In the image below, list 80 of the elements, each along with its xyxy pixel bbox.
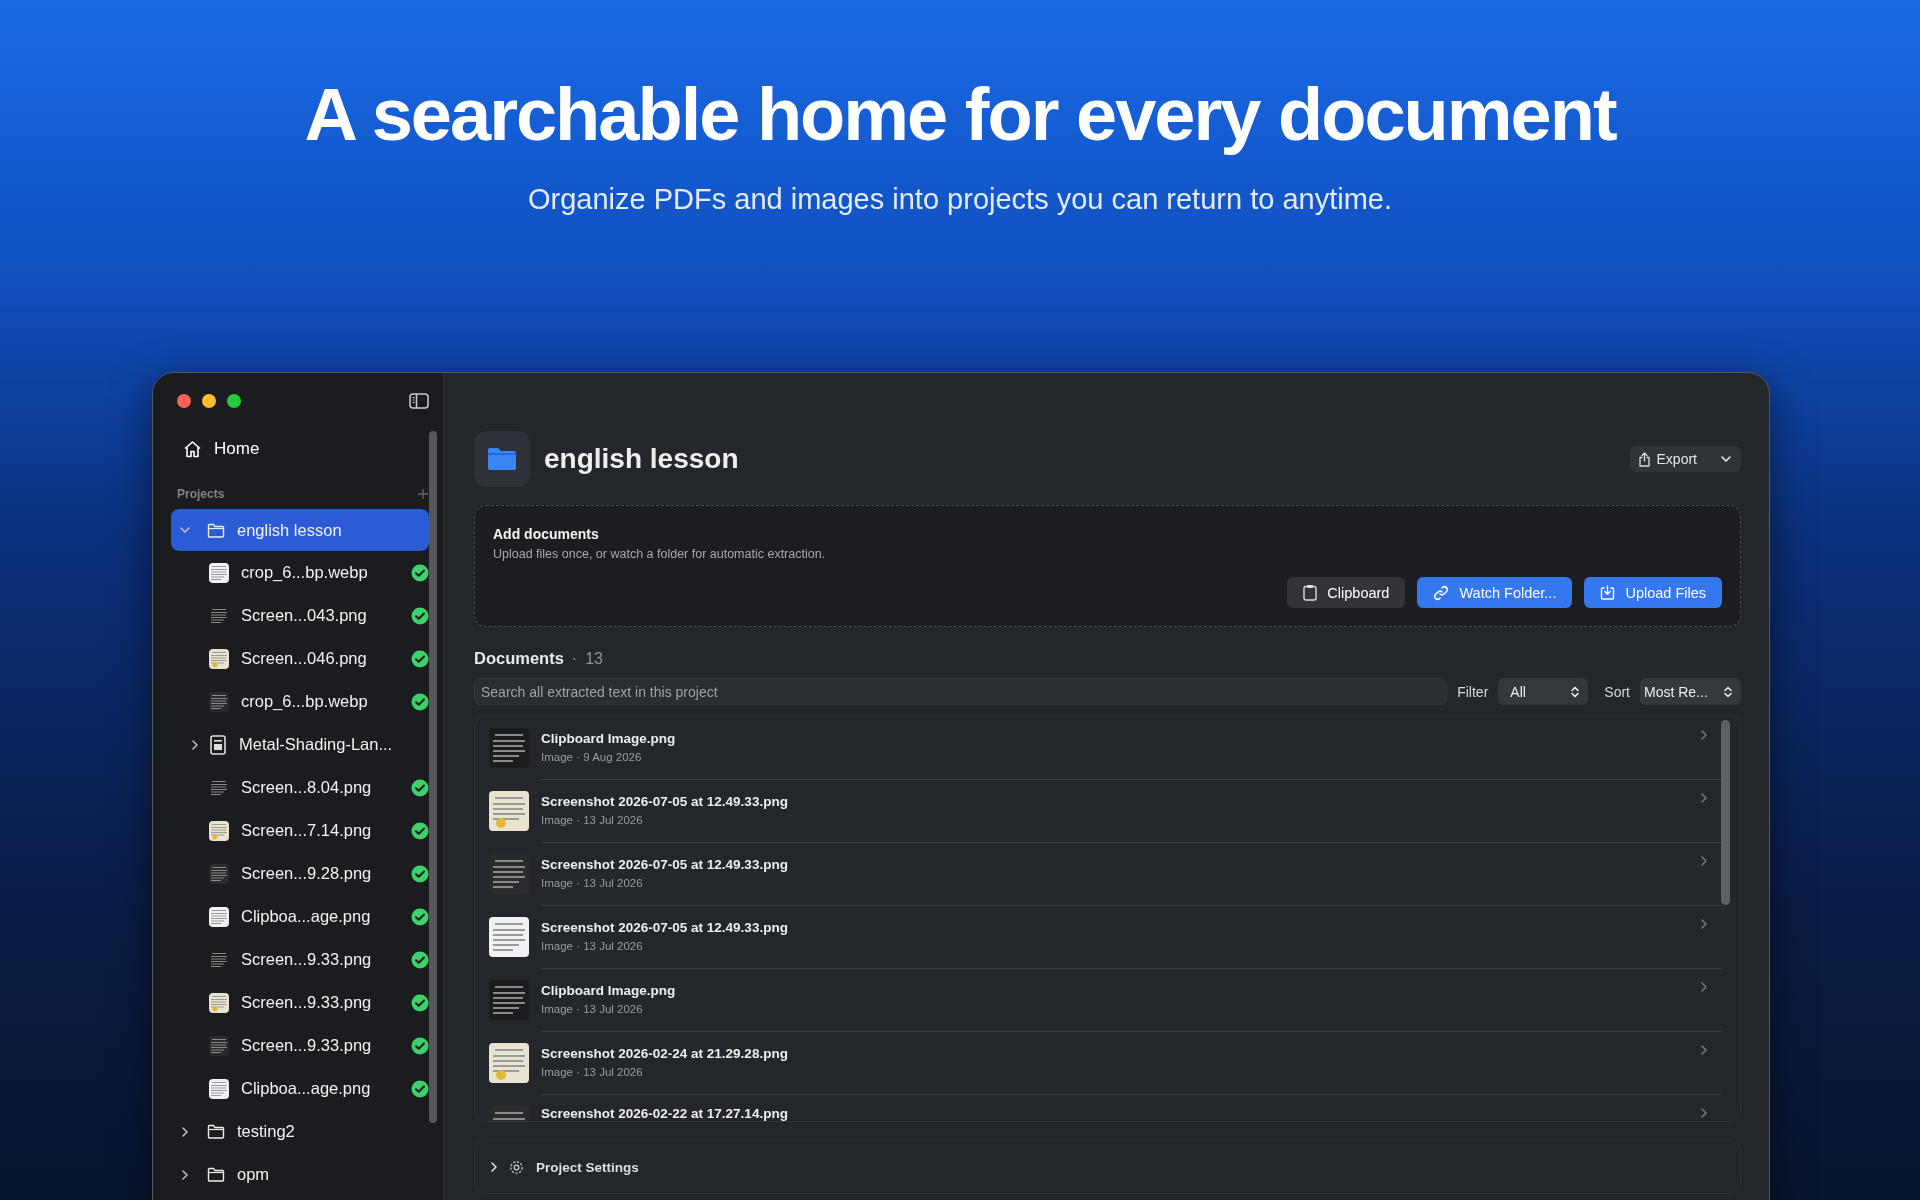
clipboard-icon <box>1303 584 1318 601</box>
sort-label: Sort <box>1604 683 1630 700</box>
file-name[interactable]: Screen...043.png <box>241 606 367 625</box>
scrollbar[interactable] <box>1721 720 1730 905</box>
share-icon <box>1637 451 1651 467</box>
section-label: Projects <box>177 487 225 501</box>
folder-icon <box>487 447 517 471</box>
stepper-icon[interactable] <box>1721 684 1735 699</box>
drop-zone-hint: Upload files once, or watch a folder for automatic extraction. <box>493 547 827 561</box>
document-row[interactable]: Screenshot 2026-07-05 at 12.49.33.png Image · 13 Jul 2026 <box>489 842 1721 905</box>
separator-dot: · <box>571 650 578 668</box>
action-button[interactable]: Upload Files <box>1584 577 1722 608</box>
document-count: 13 <box>585 650 603 668</box>
folder-icon <box>207 522 225 538</box>
action-button[interactable]: Watch Folder... <box>1417 577 1573 608</box>
search-field[interactable]: Search all extracted text in this project <box>474 678 1448 705</box>
document-row[interactable]: Clipboard Image.png Image · 9 Aug 2026 <box>489 716 1721 779</box>
project-item[interactable]: english lesson <box>171 509 429 551</box>
document-name: Clipboard Image.png <box>541 983 676 998</box>
project-item[interactable]: opm <box>171 1153 443 1196</box>
project-name: opm <box>237 1165 270 1184</box>
project-title: english lesson <box>544 443 739 475</box>
file-name[interactable]: crop_6...bp.webp <box>241 563 368 582</box>
document-meta: Image · 13 Jul 2026 <box>541 814 643 826</box>
file-name[interactable]: crop_6...bp.webp <box>241 692 368 711</box>
folder-icon <box>207 1167 225 1182</box>
file-name[interactable]: Screen...046.png <box>241 649 367 668</box>
settings-icon <box>509 1159 524 1175</box>
project-item[interactable]: testing2 <box>171 1110 443 1153</box>
file-name[interactable]: Screen...9.33.png <box>241 993 372 1012</box>
add-icon[interactable] <box>417 488 429 500</box>
file-name[interactable]: Screen...9.28.png <box>241 864 372 883</box>
minimize-button[interactable] <box>202 394 216 408</box>
file-name[interactable]: Screen...9.33.png <box>241 1036 372 1055</box>
export-button[interactable]: Export <box>1629 446 1741 472</box>
home-link[interactable]: Home <box>214 439 260 459</box>
file-name[interactable]: Clipboa...age.png <box>241 1079 371 1098</box>
filter-label: Filter <box>1457 683 1489 700</box>
hero-title: A searchable home for every document <box>304 72 1616 157</box>
scrollbar[interactable] <box>429 431 437 1123</box>
document-row[interactable]: Screenshot 2026-02-22 at 17.27.14.png <box>489 1094 1721 1121</box>
settings-title: Project Settings <box>536 1159 639 1175</box>
home-icon <box>183 440 202 458</box>
drop-zone-title: Add documents <box>493 526 600 542</box>
document-icon <box>209 734 227 755</box>
folder-icon <box>207 1124 225 1139</box>
link-icon <box>1433 584 1450 601</box>
document-meta: Image · 13 Jul 2026 <box>541 1066 643 1078</box>
document-row[interactable]: Screenshot 2026-07-05 at 12.49.33.png Image · 13 Jul 2026 <box>489 905 1721 968</box>
document-meta: Image · 13 Jul 2026 <box>541 1003 643 1015</box>
document-name: Screenshot 2026-07-05 at 12.49.33.png <box>541 794 788 809</box>
file-name[interactable]: Clipboa...age.png <box>241 907 371 926</box>
zoom-button[interactable] <box>227 394 241 408</box>
project-name: english lesson <box>237 520 342 540</box>
document-name: Clipboard Image.png <box>541 731 676 746</box>
sort-select[interactable]: Most Re... <box>1640 678 1741 705</box>
document-name: Screenshot 2026-07-05 at 12.49.33.png <box>541 857 788 872</box>
project-name: testing2 <box>237 1122 295 1141</box>
download-tray-icon <box>1600 585 1616 600</box>
document-name: Screenshot 2026-02-24 at 21.29.28.png <box>541 1046 788 1061</box>
close-button[interactable] <box>177 394 191 408</box>
file-name[interactable]: Screen...8.04.png <box>241 778 372 797</box>
filter-select[interactable]: All <box>1498 678 1589 705</box>
document-name: Screenshot 2026-07-05 at 12.49.33.png <box>541 920 788 935</box>
file-name[interactable]: Metal-Shading-Lan... <box>239 735 393 754</box>
file-name[interactable]: Screen...7.14.png <box>241 821 372 840</box>
document-meta: Image · 13 Jul 2026 <box>541 940 643 952</box>
file-name[interactable]: Screen...9.33.png <box>241 950 372 969</box>
document-meta: Image · 9 Aug 2026 <box>541 751 642 763</box>
action-button[interactable]: Clipboard <box>1287 577 1406 608</box>
document-meta: Image · 13 Jul 2026 <box>541 877 643 889</box>
sidebar-toggle-icon[interactable] <box>409 393 429 409</box>
document-row[interactable]: Screenshot 2026-02-24 at 21.29.28.png Image · 13 Jul 2026 <box>489 1031 1721 1094</box>
section-title: Documents <box>474 649 564 668</box>
drop-zone[interactable]: Add documents Upload files once, or watch a folder for automatic extraction. Clipboard Watch Folder... Upload Files <box>474 505 1741 627</box>
hero-subtitle: Organize PDFs and images into projects you can return to anytime. <box>528 183 1392 216</box>
document-row[interactable]: Screenshot 2026-07-05 at 12.49.33.png Image · 13 Jul 2026 <box>489 779 1721 842</box>
document-row[interactable]: Clipboard Image.png Image · 13 Jul 2026 <box>489 968 1721 1031</box>
settings-panel[interactable]: Project Settings <box>474 1140 1741 1194</box>
document-name: Screenshot 2026-02-22 at 17.27.14.png <box>541 1106 788 1121</box>
